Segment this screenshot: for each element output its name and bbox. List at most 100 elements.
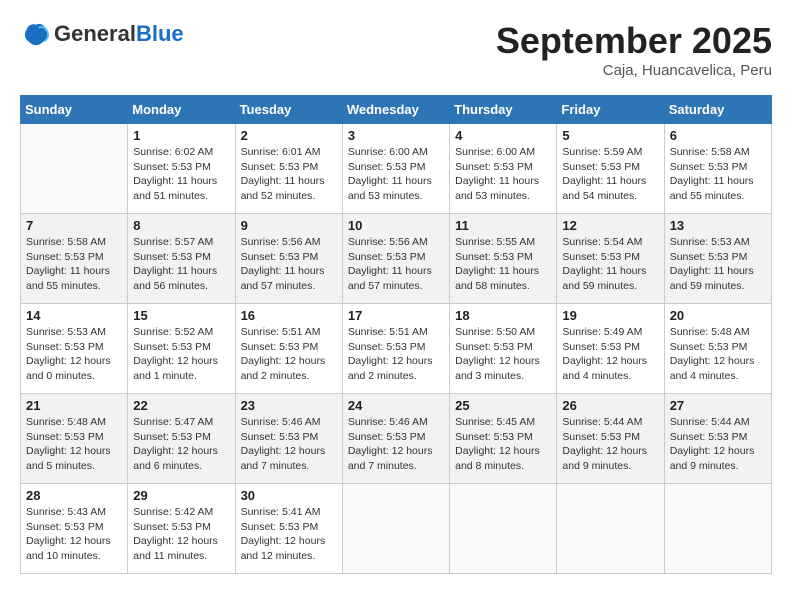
day-number: 17	[348, 308, 444, 323]
calendar-cell: 10 Sunrise: 5:56 AMSunset: 5:53 PMDayligh…	[342, 214, 449, 304]
col-header-friday: Friday	[557, 96, 664, 124]
col-header-sunday: Sunday	[21, 96, 128, 124]
col-header-tuesday: Tuesday	[235, 96, 342, 124]
day-number: 4	[455, 128, 551, 143]
day-number: 6	[670, 128, 766, 143]
calendar-week-row: 1 Sunrise: 6:02 AMSunset: 5:53 PMDaylight…	[21, 124, 772, 214]
col-header-monday: Monday	[128, 96, 235, 124]
day-info: Sunrise: 5:54 AMSunset: 5:53 PMDaylight:…	[562, 235, 658, 294]
day-number: 20	[670, 308, 766, 323]
calendar-cell: 3 Sunrise: 6:00 AMSunset: 5:53 PMDaylight…	[342, 124, 449, 214]
logo: GeneralBlue	[20, 20, 184, 48]
day-info: Sunrise: 5:50 AMSunset: 5:53 PMDaylight:…	[455, 325, 551, 384]
day-number: 13	[670, 218, 766, 233]
month-title: September 2025	[496, 20, 772, 62]
calendar-cell	[450, 484, 557, 574]
calendar-cell: 11 Sunrise: 5:55 AMSunset: 5:53 PMDayligh…	[450, 214, 557, 304]
day-number: 14	[26, 308, 122, 323]
day-info: Sunrise: 5:48 AMSunset: 5:53 PMDaylight:…	[26, 415, 122, 474]
day-info: Sunrise: 5:58 AMSunset: 5:53 PMDaylight:…	[26, 235, 122, 294]
day-info: Sunrise: 5:49 AMSunset: 5:53 PMDaylight:…	[562, 325, 658, 384]
calendar-cell: 7Sunrise: 5:58 AMSunset: 5:53 PMDaylight…	[21, 214, 128, 304]
day-info: Sunrise: 5:59 AMSunset: 5:53 PMDaylight:…	[562, 145, 658, 204]
day-info: Sunrise: 5:53 AMSunset: 5:53 PMDaylight:…	[670, 235, 766, 294]
calendar-cell: 18 Sunrise: 5:50 AMSunset: 5:53 PMDayligh…	[450, 304, 557, 394]
day-number: 10	[348, 218, 444, 233]
day-info: Sunrise: 5:56 AMSunset: 5:53 PMDaylight:…	[348, 235, 444, 294]
day-info: Sunrise: 6:00 AMSunset: 5:53 PMDaylight:…	[348, 145, 444, 204]
calendar-cell: 30Sunrise: 5:41 AMSunset: 5:53 PMDayligh…	[235, 484, 342, 574]
day-info: Sunrise: 5:51 AMSunset: 5:53 PMDaylight:…	[241, 325, 337, 384]
calendar-cell: 4 Sunrise: 6:00 AMSunset: 5:53 PMDaylight…	[450, 124, 557, 214]
day-info: Sunrise: 6:02 AMSunset: 5:53 PMDaylight:…	[133, 145, 229, 204]
calendar-table: SundayMondayTuesdayWednesdayThursdayFrid…	[20, 95, 772, 574]
day-info: Sunrise: 5:42 AMSunset: 5:53 PMDaylight:…	[133, 505, 229, 564]
day-number: 1	[133, 128, 229, 143]
day-number: 18	[455, 308, 551, 323]
day-info: Sunrise: 5:56 AMSunset: 5:53 PMDaylight:…	[241, 235, 337, 294]
calendar-cell: 19 Sunrise: 5:49 AMSunset: 5:53 PMDayligh…	[557, 304, 664, 394]
calendar-cell: 14 Sunrise: 5:53 AMSunset: 5:53 PMDayligh…	[21, 304, 128, 394]
day-number: 27	[670, 398, 766, 413]
calendar-cell	[664, 484, 771, 574]
day-info: Sunrise: 5:58 AMSunset: 5:53 PMDaylight:…	[670, 145, 766, 204]
calendar-cell: 25 Sunrise: 5:45 AMSunset: 5:53 PMDayligh…	[450, 394, 557, 484]
calendar-cell: 16Sunrise: 5:51 AMSunset: 5:53 PMDayligh…	[235, 304, 342, 394]
day-info: Sunrise: 6:00 AMSunset: 5:53 PMDaylight:…	[455, 145, 551, 204]
day-number: 21	[26, 398, 122, 413]
day-number: 25	[455, 398, 551, 413]
logo-general-text: General	[54, 21, 136, 46]
day-info: Sunrise: 5:51 AMSunset: 5:53 PMDaylight:…	[348, 325, 444, 384]
day-info: Sunrise: 6:01 AMSunset: 5:53 PMDaylight:…	[241, 145, 337, 204]
day-info: Sunrise: 5:55 AMSunset: 5:53 PMDaylight:…	[455, 235, 551, 294]
calendar-cell: 8 Sunrise: 5:57 AMSunset: 5:53 PMDaylight…	[128, 214, 235, 304]
day-number: 2	[241, 128, 337, 143]
day-info: Sunrise: 5:47 AMSunset: 5:53 PMDaylight:…	[133, 415, 229, 474]
day-number: 24	[348, 398, 444, 413]
day-info: Sunrise: 5:53 AMSunset: 5:53 PMDaylight:…	[26, 325, 122, 384]
header: GeneralBlue September 2025 Caja, Huancav…	[20, 20, 772, 79]
calendar-cell: 15Sunrise: 5:52 AMSunset: 5:53 PMDayligh…	[128, 304, 235, 394]
day-number: 19	[562, 308, 658, 323]
calendar-cell: 2 Sunrise: 6:01 AMSunset: 5:53 PMDaylight…	[235, 124, 342, 214]
calendar-cell: 17 Sunrise: 5:51 AMSunset: 5:53 PMDayligh…	[342, 304, 449, 394]
day-info: Sunrise: 5:44 AMSunset: 5:53 PMDaylight:…	[562, 415, 658, 474]
logo-blue-text: Blue	[136, 21, 184, 46]
day-number: 9	[241, 218, 337, 233]
day-number: 22	[133, 398, 229, 413]
day-info: Sunrise: 5:45 AMSunset: 5:53 PMDaylight:…	[455, 415, 551, 474]
day-info: Sunrise: 5:43 AMSunset: 5:53 PMDaylight:…	[26, 505, 122, 564]
col-header-saturday: Saturday	[664, 96, 771, 124]
logo-icon	[22, 20, 50, 48]
calendar-cell: 27Sunrise: 5:44 AMSunset: 5:53 PMDayligh…	[664, 394, 771, 484]
calendar-week-row: 21 Sunrise: 5:48 AMSunset: 5:53 PMDayligh…	[21, 394, 772, 484]
day-number: 30	[241, 488, 337, 503]
calendar-cell: 20 Sunrise: 5:48 AMSunset: 5:53 PMDayligh…	[664, 304, 771, 394]
calendar-cell: 26 Sunrise: 5:44 AMSunset: 5:53 PMDayligh…	[557, 394, 664, 484]
day-number: 28	[26, 488, 122, 503]
day-number: 26	[562, 398, 658, 413]
day-info: Sunrise: 5:57 AMSunset: 5:53 PMDaylight:…	[133, 235, 229, 294]
day-info: Sunrise: 5:48 AMSunset: 5:53 PMDaylight:…	[670, 325, 766, 384]
calendar-cell: 28 Sunrise: 5:43 AMSunset: 5:53 PMDayligh…	[21, 484, 128, 574]
col-header-thursday: Thursday	[450, 96, 557, 124]
day-number: 29	[133, 488, 229, 503]
calendar-week-row: 28 Sunrise: 5:43 AMSunset: 5:53 PMDayligh…	[21, 484, 772, 574]
calendar-cell: 21 Sunrise: 5:48 AMSunset: 5:53 PMDayligh…	[21, 394, 128, 484]
calendar-week-row: 14 Sunrise: 5:53 AMSunset: 5:53 PMDayligh…	[21, 304, 772, 394]
day-number: 11	[455, 218, 551, 233]
day-number: 8	[133, 218, 229, 233]
calendar-cell	[557, 484, 664, 574]
day-info: Sunrise: 5:46 AMSunset: 5:53 PMDaylight:…	[348, 415, 444, 474]
calendar-header-row: SundayMondayTuesdayWednesdayThursdayFrid…	[21, 96, 772, 124]
calendar-cell: 12 Sunrise: 5:54 AMSunset: 5:53 PMDayligh…	[557, 214, 664, 304]
day-number: 3	[348, 128, 444, 143]
calendar-cell: 6 Sunrise: 5:58 AMSunset: 5:53 PMDaylight…	[664, 124, 771, 214]
day-number: 15	[133, 308, 229, 323]
day-number: 12	[562, 218, 658, 233]
calendar-cell: 13 Sunrise: 5:53 AMSunset: 5:53 PMDayligh…	[664, 214, 771, 304]
col-header-wednesday: Wednesday	[342, 96, 449, 124]
calendar-week-row: 7Sunrise: 5:58 AMSunset: 5:53 PMDaylight…	[21, 214, 772, 304]
day-number: 5	[562, 128, 658, 143]
calendar-cell: 24 Sunrise: 5:46 AMSunset: 5:53 PMDayligh…	[342, 394, 449, 484]
